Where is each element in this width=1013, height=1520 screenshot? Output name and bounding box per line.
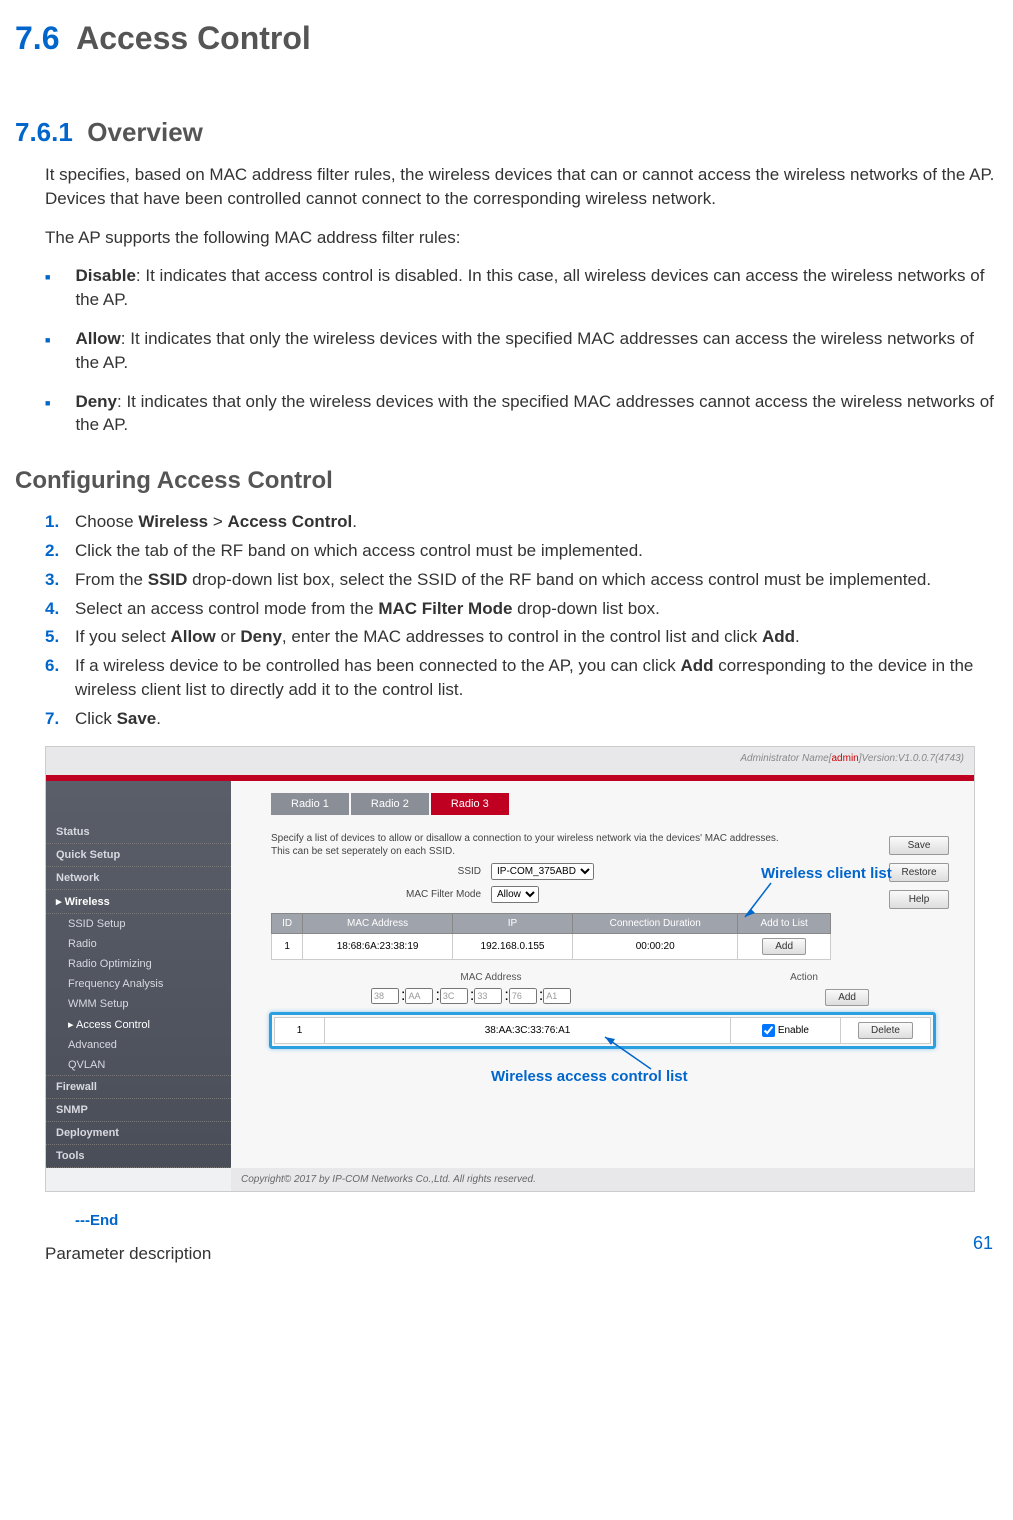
mac-octet-6[interactable]: [543, 988, 571, 1004]
subsection-number: 7.6.1: [15, 117, 73, 147]
copyright: Copyright© 2017 by IP-COM Networks Co.,L…: [231, 1168, 974, 1191]
step-6: 6.If a wireless device to be controlled …: [45, 654, 998, 702]
restore-button[interactable]: Restore: [889, 863, 949, 882]
ctrl-id: 1: [275, 1017, 325, 1043]
help-button[interactable]: Help: [889, 890, 949, 909]
mac-octet-5[interactable]: [509, 988, 537, 1004]
sidebar-item-status[interactable]: Status: [46, 821, 231, 844]
sidebar-item-deployment[interactable]: Deployment: [46, 1122, 231, 1145]
step-7: 7.Click Save.: [45, 707, 998, 731]
mac-octet-2[interactable]: [405, 988, 433, 1004]
bullet-disable: ■ Disable: It indicates that access cont…: [45, 264, 998, 312]
client-ip: 192.168.0.155: [452, 933, 572, 959]
ssid-select[interactable]: IP-COM_375ABD: [491, 863, 594, 880]
sidebar-item-ssid-setup[interactable]: SSID Setup: [46, 914, 231, 934]
description-line-2: This can be set seperately on each SSID.: [271, 846, 934, 857]
bullet-icon: ■: [45, 271, 50, 312]
sidebar-item-firewall[interactable]: Firewall: [46, 1076, 231, 1099]
sidebar-item-wireless[interactable]: Wireless: [46, 890, 231, 914]
radio-tabs: Radio 1 Radio 2 Radio 3: [271, 793, 974, 815]
callout-client-list: Wireless client list: [761, 865, 892, 882]
save-button[interactable]: Save: [889, 836, 949, 855]
mac-address-header: MAC Address: [341, 972, 641, 983]
sidebar-item-qvlan[interactable]: QVLAN: [46, 1055, 231, 1076]
client-add-button[interactable]: Add: [762, 938, 806, 955]
th-id: ID: [272, 913, 303, 933]
th-duration: Connection Duration: [573, 913, 738, 933]
client-row: 1 18:68:6A:23:38:19 192.168.0.155 00:00:…: [272, 933, 831, 959]
mac-input-row: : : : : : Add: [271, 987, 934, 1006]
mac-add-button[interactable]: Add: [825, 989, 869, 1006]
delete-button[interactable]: Delete: [858, 1022, 913, 1039]
sidebar-item-access-control[interactable]: Access Control: [46, 1014, 231, 1035]
section-number: 7.6: [15, 20, 59, 56]
sidebar-item-network[interactable]: Network: [46, 867, 231, 890]
end-marker: ---End: [75, 1212, 998, 1229]
config-steps: 1.Choose Wireless > Access Control. 2.Cl…: [45, 510, 998, 730]
section-heading: 7.6 Access Control: [15, 20, 998, 57]
overview-paragraph-1: It specifies, based on MAC address filte…: [45, 163, 998, 211]
control-list-highlight: 1 38:AA:3C:33:76:A1 Enable Delete: [269, 1012, 936, 1049]
mode-select[interactable]: Allow: [491, 886, 539, 903]
bullet-deny: ■ Deny: It indicates that only the wirel…: [45, 390, 998, 438]
step-5: 5.If you select Allow or Deny, enter the…: [45, 625, 998, 649]
enable-label: Enable: [778, 1025, 809, 1036]
th-ip: IP: [452, 913, 572, 933]
sidebar-item-wmm-setup[interactable]: WMM Setup: [46, 994, 231, 1014]
control-row: 1 38:AA:3C:33:76:A1 Enable Delete: [275, 1017, 931, 1043]
sidebar-item-advanced[interactable]: Advanced: [46, 1035, 231, 1055]
mac-octet-3[interactable]: [440, 988, 468, 1004]
admin-name: admin: [832, 753, 859, 764]
tab-radio-1[interactable]: Radio 1: [271, 793, 349, 815]
sidebar: Status Quick Setup Network Wireless SSID…: [46, 781, 231, 1168]
parameter-description-label: Parameter description: [45, 1244, 998, 1264]
enable-checkbox[interactable]: [762, 1024, 775, 1037]
tab-radio-3[interactable]: Radio 3: [431, 793, 509, 815]
tab-radio-2[interactable]: Radio 2: [351, 793, 429, 815]
sidebar-item-quick-setup[interactable]: Quick Setup: [46, 844, 231, 867]
control-table: 1 38:AA:3C:33:76:A1 Enable Delete: [274, 1017, 931, 1044]
callout-control-list: Wireless access control list: [491, 1068, 688, 1085]
subsection-heading: 7.6.1 Overview: [15, 117, 998, 148]
main-panel: Radio 1 Radio 2 Radio 3 Specify a list o…: [231, 781, 974, 1168]
mac-octet-4[interactable]: [474, 988, 502, 1004]
mode-row: MAC Filter Mode Allow: [271, 886, 974, 903]
bullet-icon: ■: [45, 397, 50, 438]
step-1: 1.Choose Wireless > Access Control.: [45, 510, 998, 534]
ssid-label: SSID: [271, 866, 491, 877]
section-title: Access Control: [76, 20, 311, 56]
action-buttons: Save Restore Help: [889, 836, 949, 917]
th-mac: MAC Address: [303, 913, 453, 933]
filter-rules-list: ■ Disable: It indicates that access cont…: [45, 264, 998, 437]
step-3: 3.From the SSID drop-down list box, sele…: [45, 568, 998, 592]
sidebar-item-snmp[interactable]: SNMP: [46, 1099, 231, 1122]
client-mac: 18:68:6A:23:38:19: [303, 933, 453, 959]
mac-header-row: MAC Address Action: [271, 972, 934, 983]
client-table: ID MAC Address IP Connection Duration Ad…: [271, 913, 831, 960]
page-number: 61: [973, 1233, 993, 1254]
sidebar-item-radio[interactable]: Radio: [46, 934, 231, 954]
client-id: 1: [272, 933, 303, 959]
step-2: 2.Click the tab of the RF band on which …: [45, 539, 998, 563]
config-heading: Configuring Access Control: [15, 467, 998, 495]
screenshot: Administrator Name[admin]Version:V1.0.0.…: [45, 746, 975, 1192]
mode-label: MAC Filter Mode: [271, 889, 491, 900]
sidebar-item-tools[interactable]: Tools: [46, 1145, 231, 1168]
client-duration: 00:00:20: [573, 933, 738, 959]
step-4: 4.Select an access control mode from the…: [45, 597, 998, 621]
sidebar-item-radio-optimizing[interactable]: Radio Optimizing: [46, 954, 231, 974]
th-addtolist: Add to List: [738, 913, 831, 933]
bullet-allow: ■ Allow: It indicates that only the wire…: [45, 327, 998, 375]
mac-octet-1[interactable]: [371, 988, 399, 1004]
bullet-icon: ■: [45, 334, 50, 375]
sidebar-item-frequency-analysis[interactable]: Frequency Analysis: [46, 974, 231, 994]
ctrl-mac: 38:AA:3C:33:76:A1: [325, 1017, 731, 1043]
action-header: Action: [714, 972, 894, 983]
overview-paragraph-2: The AP supports the following MAC addres…: [45, 226, 998, 250]
description-line-1: Specify a list of devices to allow or di…: [271, 833, 934, 844]
topbar: Administrator Name[admin]Version:V1.0.0.…: [46, 747, 974, 775]
subsection-title: Overview: [87, 117, 203, 147]
